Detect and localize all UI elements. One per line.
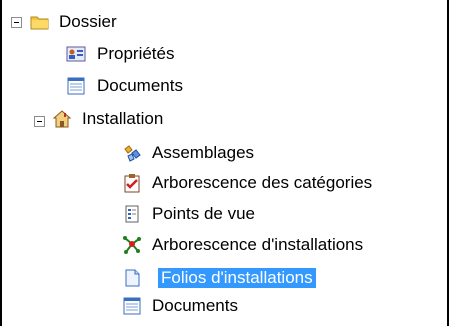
- folder-icon: [30, 16, 49, 30]
- page-icon: [125, 269, 140, 287]
- tree-item-points-de-vue[interactable]: Points de vue: [149, 204, 258, 224]
- tree-item-arborescence-categories[interactable]: Arborescence des catégories: [149, 173, 375, 193]
- house-icon: [52, 110, 72, 128]
- document-list-icon: [67, 77, 85, 95]
- tree-item-documents[interactable]: Documents: [94, 76, 186, 96]
- tree-item-installation[interactable]: Installation: [79, 109, 166, 129]
- network-tree-icon: [123, 236, 141, 254]
- document-list-icon: [123, 297, 141, 315]
- tree-item-documents-installation[interactable]: Documents: [149, 296, 241, 316]
- viewpoints-icon: [125, 205, 139, 223]
- tree-item-arborescence-installations[interactable]: Arborescence d'installations: [149, 235, 366, 255]
- tree-item-assemblages[interactable]: Assemblages: [149, 143, 257, 163]
- collapse-toggle-installation[interactable]: [34, 116, 45, 127]
- properties-icon: [66, 46, 86, 62]
- collapse-toggle-dossier[interactable]: [11, 17, 22, 28]
- tree-item-folios-installations[interactable]: Folios d'installations: [158, 268, 316, 288]
- clipboard-check-icon: [124, 174, 140, 193]
- tree-item-dossier[interactable]: Dossier: [56, 12, 120, 32]
- assembly-icon: [124, 145, 141, 162]
- tree-item-proprietes[interactable]: Propriétés: [94, 44, 177, 64]
- left-border: [0, 0, 2, 326]
